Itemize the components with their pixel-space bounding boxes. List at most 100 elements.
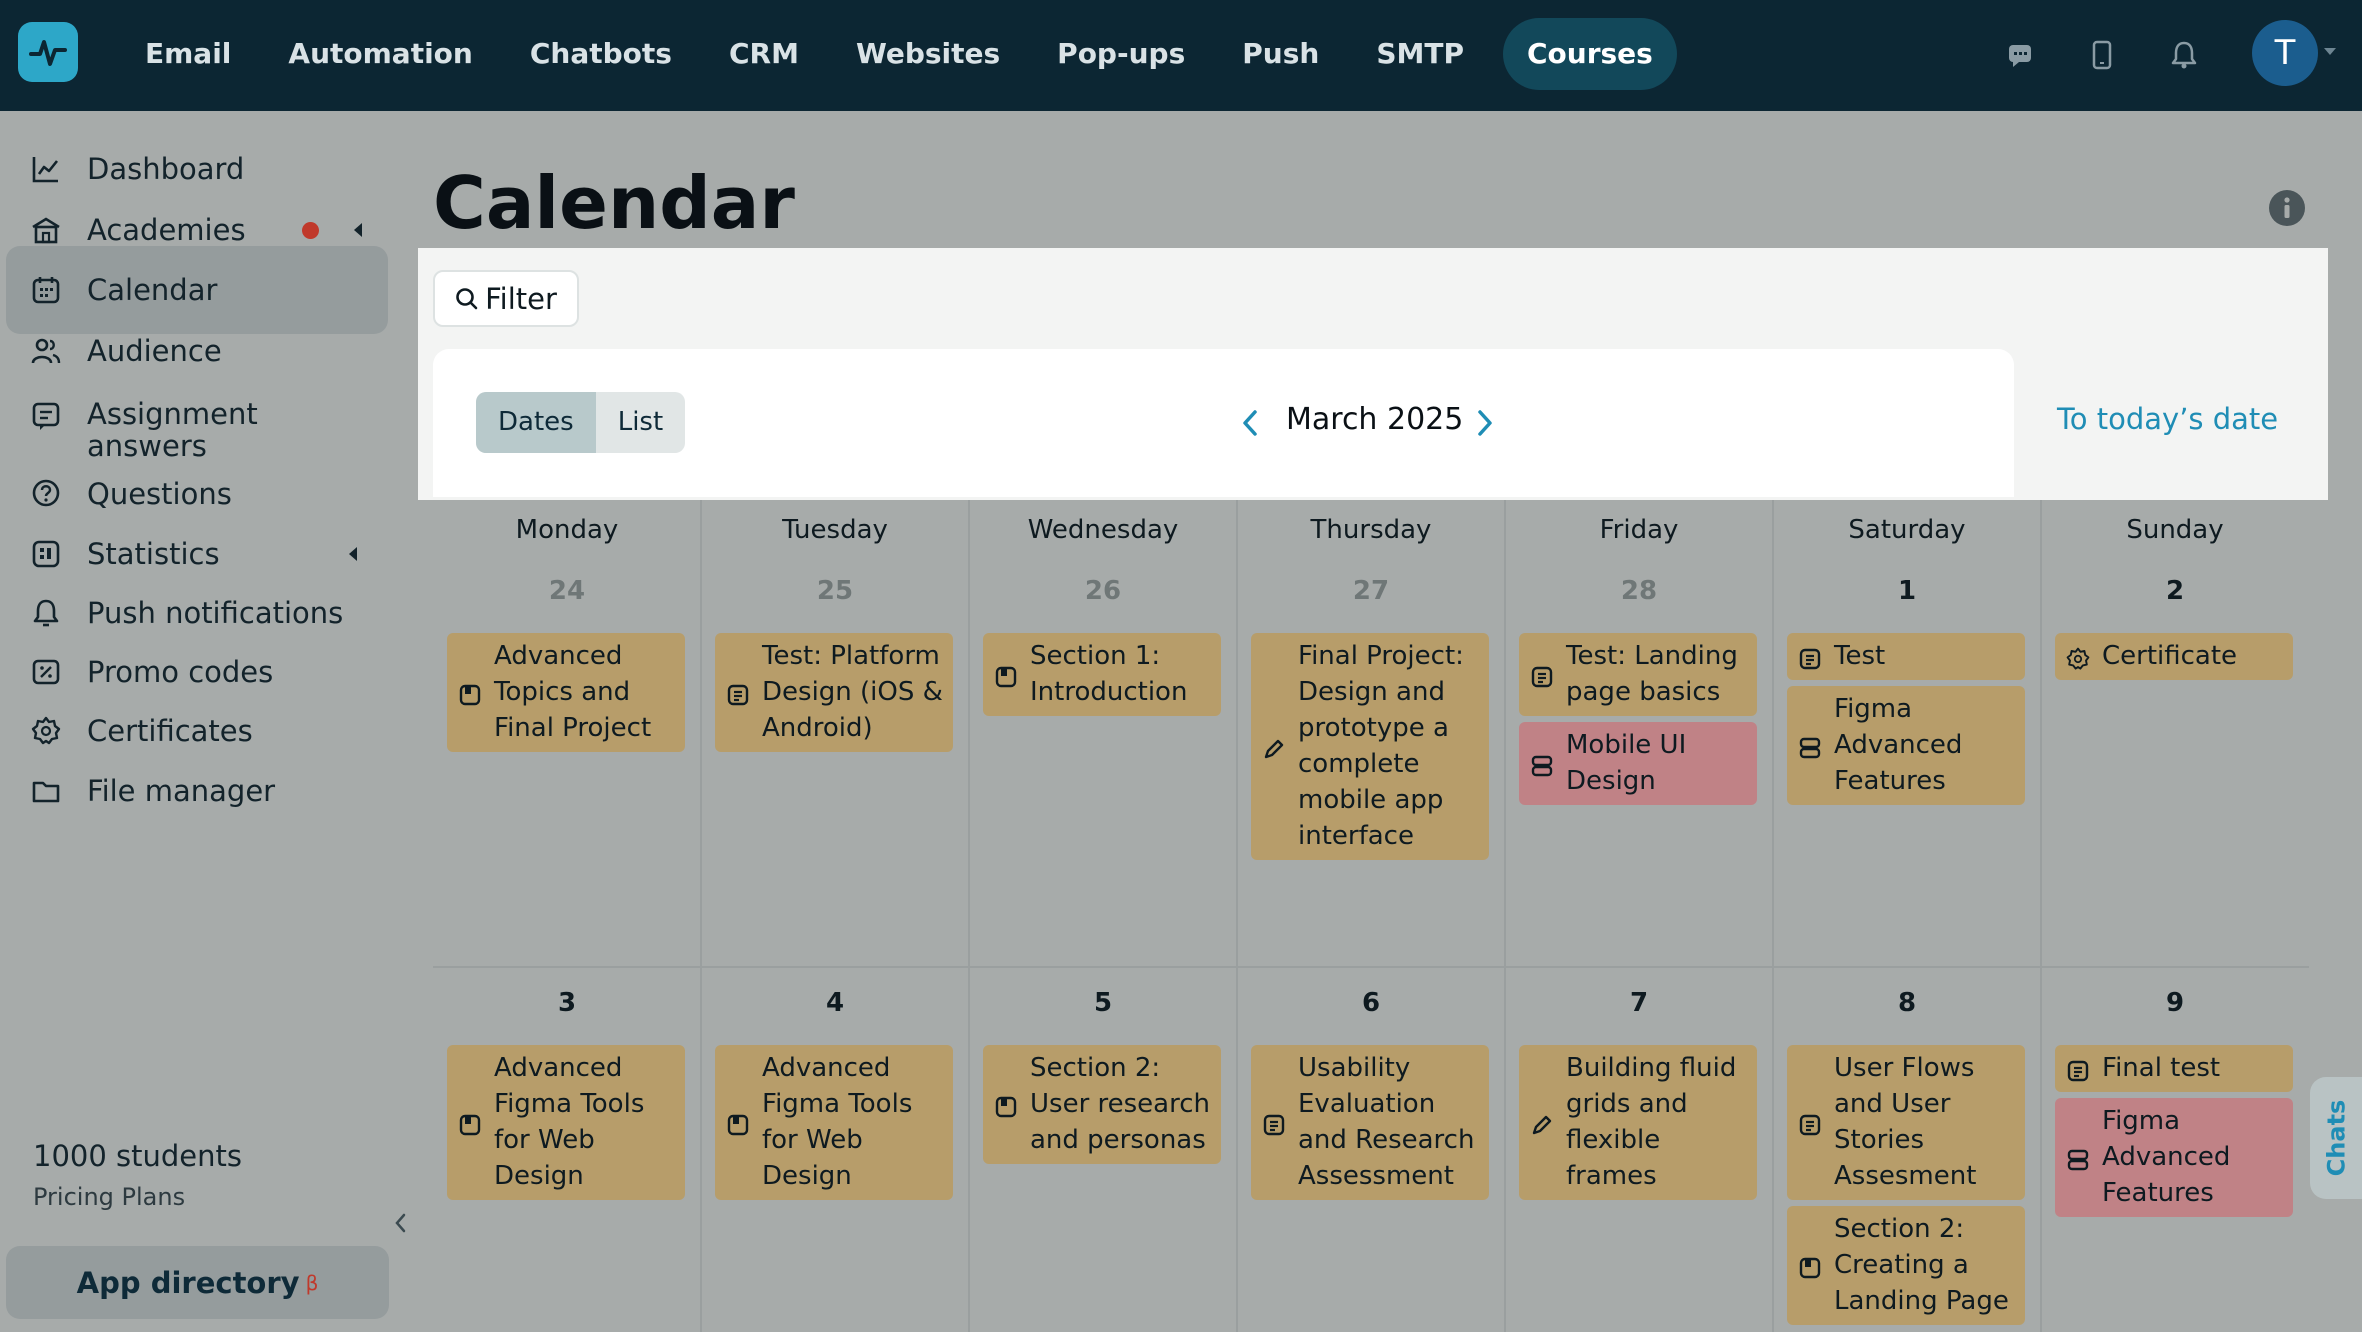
- course-icon: [1798, 734, 1822, 758]
- expand-caret-icon[interactable]: [354, 223, 362, 237]
- event-title: User Flows and User Stories Assesment: [1834, 1053, 1977, 1191]
- info-icon[interactable]: [2268, 189, 2306, 227]
- sidebar-item-dashboard[interactable]: Dashboard: [6, 151, 388, 187]
- event-title: Figma Advanced Features: [1834, 694, 1963, 796]
- assignment-icon: [30, 400, 62, 432]
- sidebar: Dashboard Academies Calendar Audience Assign…: [0, 111, 415, 1332]
- test-icon: [1798, 1111, 1822, 1135]
- weekday-header: Saturday: [1848, 515, 1966, 545]
- chevron-down-icon[interactable]: [2324, 48, 2336, 55]
- day-number[interactable]: 24: [433, 576, 701, 606]
- lesson-icon: [726, 1111, 750, 1135]
- calendar-event[interactable]: Mobile UI Design: [1519, 722, 1757, 805]
- mobile-phone-icon[interactable]: [2082, 35, 2122, 75]
- lesson-icon: [458, 1111, 482, 1135]
- day-number[interactable]: 2: [2041, 576, 2309, 606]
- day-number[interactable]: 27: [1237, 576, 1505, 606]
- column-divider: [1504, 500, 1506, 1332]
- day-number[interactable]: 25: [701, 576, 969, 606]
- sidebar-item-file-manager[interactable]: File manager: [6, 773, 388, 809]
- calendar-event[interactable]: Final test: [2055, 1045, 2293, 1092]
- weekday-header: Monday: [515, 515, 619, 545]
- chat-bubble-icon[interactable]: [2000, 35, 2040, 75]
- pencil-icon: [1262, 735, 1286, 759]
- pricing-plans-link[interactable]: Pricing Plans: [33, 1183, 185, 1211]
- test-icon: [726, 681, 750, 705]
- sidebar-item-academies[interactable]: Academies: [6, 212, 388, 248]
- chevron-left-icon[interactable]: [1235, 406, 1265, 440]
- test-icon: [2066, 1057, 2090, 1081]
- list-view-tab[interactable]: List: [596, 392, 685, 453]
- chats-tab[interactable]: Chats: [2310, 1077, 2362, 1199]
- calendar-event[interactable]: Usability Evaluation and Research Assess…: [1251, 1045, 1489, 1200]
- calendar-event[interactable]: Advanced Figma Tools for Web Design: [715, 1045, 953, 1200]
- calendar-event[interactable]: Section 1: Introduction: [983, 633, 1221, 716]
- calendar-event[interactable]: Advanced Topics and Final Project: [447, 633, 685, 752]
- day-number[interactable]: 28: [1505, 576, 1773, 606]
- notification-bell-icon[interactable]: [2164, 35, 2204, 75]
- user-avatar[interactable]: T: [2252, 20, 2318, 86]
- sidebar-item-label: Statistics: [87, 537, 220, 571]
- sidebar-item-label: Certificates: [87, 714, 253, 748]
- calendar-event[interactable]: Section 2: Creating a Landing Page: [1787, 1206, 2025, 1325]
- sidebar-item-questions[interactable]: Questions: [6, 476, 388, 512]
- calendar-event[interactable]: Advanced Figma Tools for Web Design: [447, 1045, 685, 1200]
- top-nav-websites[interactable]: Websites: [838, 18, 1018, 90]
- top-nav-pop-ups[interactable]: Pop-ups: [1039, 18, 1203, 90]
- top-nav-automation[interactable]: Automation: [270, 18, 490, 90]
- sidebar-item-calendar[interactable]: Calendar: [6, 246, 388, 334]
- day-number[interactable]: 1: [1773, 576, 2041, 606]
- day-number[interactable]: 4: [701, 988, 969, 1018]
- calendar-event[interactable]: Certificate: [2055, 633, 2293, 680]
- top-nav-smtp[interactable]: SMTP: [1358, 18, 1482, 90]
- sidebar-item-push-notifications[interactable]: Push notifications: [6, 595, 388, 631]
- day-number[interactable]: 26: [969, 576, 1237, 606]
- expand-caret-icon[interactable]: [349, 547, 357, 561]
- calendar-event[interactable]: Section 2: User research and personas: [983, 1045, 1221, 1164]
- top-nav-courses[interactable]: Courses: [1502, 18, 1677, 90]
- calendar-event[interactable]: Test: [1787, 633, 2025, 680]
- day-number[interactable]: 8: [1773, 988, 2041, 1018]
- test-icon: [1798, 645, 1822, 669]
- calendar-icon: [30, 274, 62, 306]
- day-number[interactable]: 9: [2041, 988, 2309, 1018]
- filter-label: Filter: [485, 281, 557, 316]
- calendar-event[interactable]: Figma Advanced Features: [1787, 686, 2025, 805]
- sidebar-item-statistics[interactable]: Statistics: [6, 536, 388, 572]
- sidebar-item-assignment-answers[interactable]: Assignment answers: [6, 396, 388, 462]
- users-icon: [30, 335, 62, 367]
- event-title: Figma Advanced Features: [2102, 1106, 2231, 1208]
- calendar-event[interactable]: Figma Advanced Features: [2055, 1098, 2293, 1217]
- day-number[interactable]: 7: [1505, 988, 1773, 1018]
- course-icon: [2066, 1146, 2090, 1170]
- chats-tab-label: Chats: [2322, 1099, 2350, 1177]
- top-nav-email[interactable]: Email: [127, 18, 249, 90]
- day-number[interactable]: 6: [1237, 988, 1505, 1018]
- calendar-event[interactable]: User Flows and User Stories Assesment: [1787, 1045, 2025, 1200]
- calendar-event[interactable]: Test: Landing page basics: [1519, 633, 1757, 716]
- chevron-right-icon[interactable]: [1470, 406, 1500, 440]
- sidebar-item-audience[interactable]: Audience: [6, 333, 388, 369]
- to-today-link[interactable]: To today’s date: [2057, 402, 2278, 436]
- top-nav-push[interactable]: Push: [1224, 18, 1337, 90]
- calendar-event[interactable]: Test: Platform Design (iOS & Android): [715, 633, 953, 752]
- day-number[interactable]: 5: [969, 988, 1237, 1018]
- event-title: Section 2: Creating a Landing Page: [1834, 1214, 2009, 1316]
- day-number[interactable]: 3: [433, 988, 701, 1018]
- calendar-event[interactable]: Building fluid grids and flexible frames: [1519, 1045, 1757, 1200]
- calendar-event[interactable]: Final Project: Design and prototype a co…: [1251, 633, 1489, 860]
- dates-view-tab[interactable]: Dates: [476, 392, 596, 453]
- collapse-sidebar-chevron-left-icon[interactable]: [389, 1211, 413, 1235]
- lesson-icon: [994, 1093, 1018, 1117]
- event-title: Test: Platform Design (iOS & Android): [762, 641, 943, 743]
- top-nav-crm[interactable]: CRM: [711, 18, 817, 90]
- app-directory-button[interactable]: App directory β: [6, 1246, 389, 1319]
- event-title: Mobile UI Design: [1566, 730, 1687, 796]
- sidebar-item-certificates[interactable]: Certificates: [6, 713, 388, 749]
- filter-button[interactable]: Filter: [433, 270, 579, 327]
- sidebar-item-promo-codes[interactable]: Promo codes: [6, 654, 388, 690]
- question-circle-icon: [30, 478, 62, 510]
- top-nav-chatbots[interactable]: Chatbots: [512, 18, 690, 90]
- app-logo-icon[interactable]: [18, 22, 78, 82]
- top-nav-items: Email Automation Chatbots CRM Websites Pop-up…: [127, 18, 1698, 90]
